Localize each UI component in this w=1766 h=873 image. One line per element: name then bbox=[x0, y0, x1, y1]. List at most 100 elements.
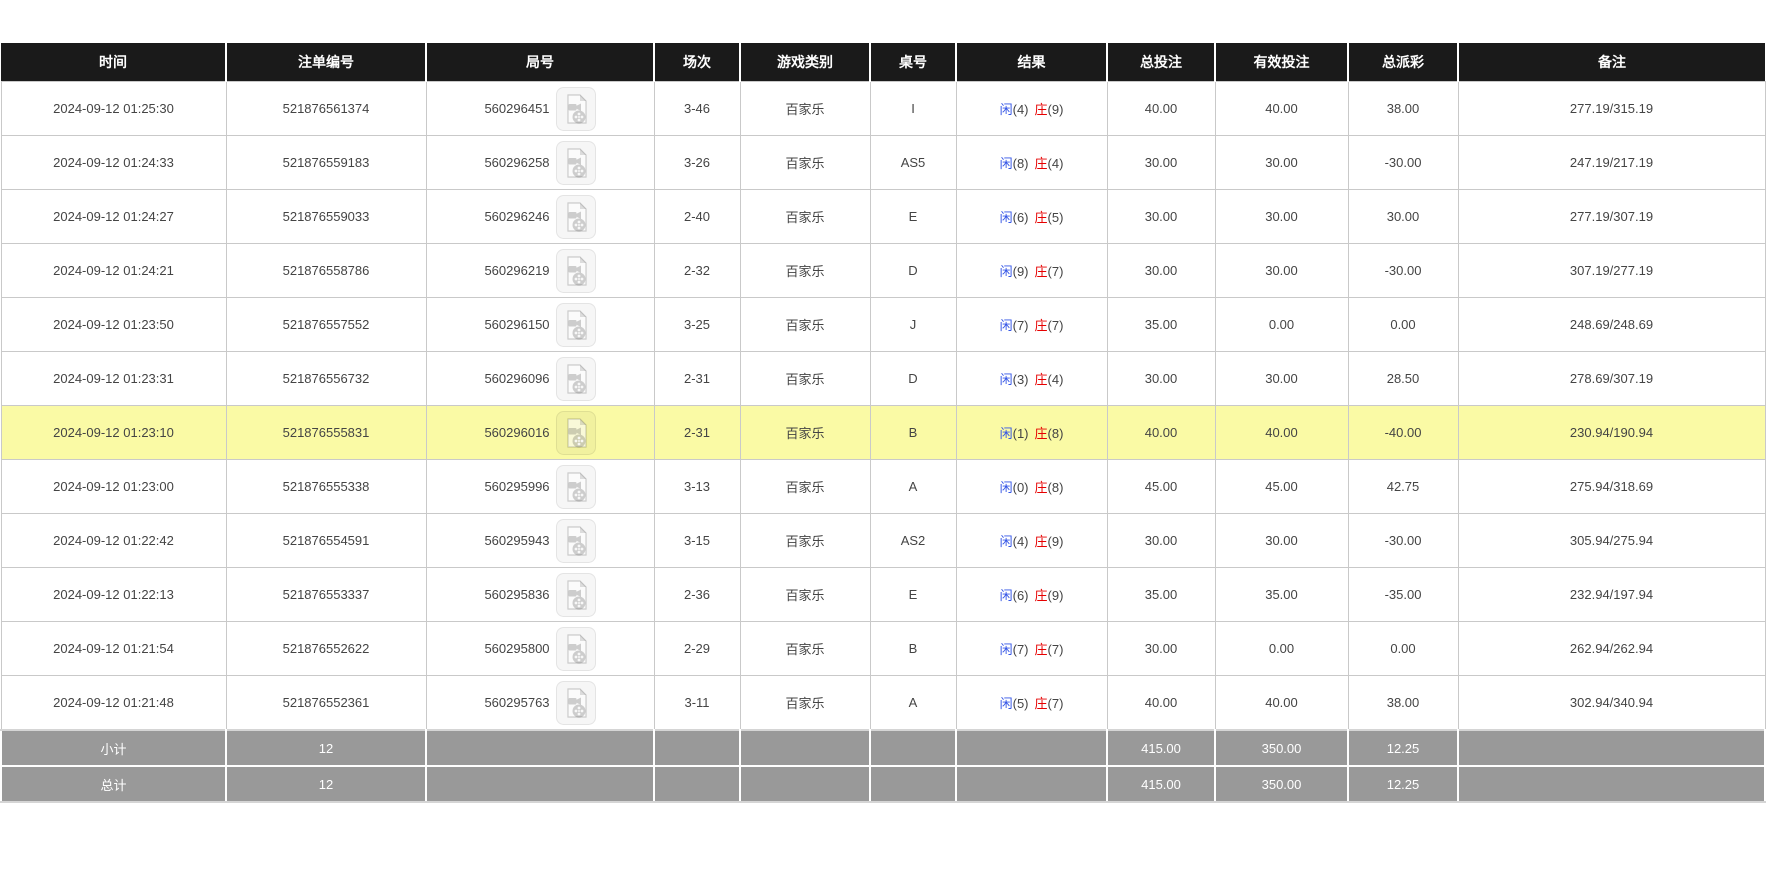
table-row[interactable]: 2024-09-12 01:24:21521876558786560296219… bbox=[1, 244, 1765, 298]
cell-time: 2024-09-12 01:22:13 bbox=[1, 568, 226, 622]
cell-remark: 262.94/262.94 bbox=[1458, 622, 1765, 676]
table-row[interactable]: 2024-09-12 01:23:50521876557552560296150… bbox=[1, 298, 1765, 352]
cell-total-payout: -40.00 bbox=[1348, 406, 1458, 460]
player-result-label: 闲 bbox=[1000, 480, 1013, 495]
round-id-wrap: 560296451 bbox=[431, 87, 650, 131]
video-replay-icon[interactable] bbox=[556, 519, 596, 563]
video-replay-icon[interactable] bbox=[556, 357, 596, 401]
header-row: 时间注单编号局号场次游戏类别桌号结果总投注有效投注总派彩备注 bbox=[1, 43, 1765, 82]
result-score: (6) bbox=[1013, 210, 1029, 225]
cell-time: 2024-09-12 01:22:42 bbox=[1, 514, 226, 568]
table-row[interactable]: 2024-09-12 01:25:30521876561374560296451… bbox=[1, 82, 1765, 136]
player-result-label: 闲 bbox=[1000, 696, 1013, 711]
video-replay-icon[interactable] bbox=[556, 681, 596, 725]
cell-round-id: 560295943 bbox=[426, 514, 654, 568]
cell-total-bet: 30.00 bbox=[1107, 352, 1215, 406]
cell-session: 3-11 bbox=[654, 676, 740, 731]
result-score: (4) bbox=[1048, 372, 1064, 387]
subtotal-count: 12 bbox=[226, 730, 426, 766]
round-id-value: 560295996 bbox=[484, 479, 549, 494]
video-replay-icon[interactable] bbox=[556, 627, 596, 671]
player-result-label: 闲 bbox=[1000, 588, 1013, 603]
cell-total-bet: 35.00 bbox=[1107, 298, 1215, 352]
banker-result-label: 庄 bbox=[1035, 372, 1048, 387]
result-score: (4) bbox=[1013, 534, 1029, 549]
cell-session: 2-31 bbox=[654, 406, 740, 460]
cell-round-id: 560295836 bbox=[426, 568, 654, 622]
cell-session: 3-15 bbox=[654, 514, 740, 568]
cell-bet-id: 521876558786 bbox=[226, 244, 426, 298]
result-score: (8) bbox=[1048, 480, 1064, 495]
cell-session: 3-13 bbox=[654, 460, 740, 514]
result-score: (7) bbox=[1013, 318, 1029, 333]
table-row[interactable]: 2024-09-12 01:21:48521876552361560295763… bbox=[1, 676, 1765, 731]
total-empty-remark bbox=[1458, 766, 1765, 802]
cell-table-no: B bbox=[870, 622, 956, 676]
table-row[interactable]: 2024-09-12 01:24:33521876559183560296258… bbox=[1, 136, 1765, 190]
round-id-value: 560296219 bbox=[484, 263, 549, 278]
cell-remark: 230.94/190.94 bbox=[1458, 406, 1765, 460]
cell-total-bet: 30.00 bbox=[1107, 136, 1215, 190]
player-result-label: 闲 bbox=[1000, 156, 1013, 171]
cell-remark: 247.19/217.19 bbox=[1458, 136, 1765, 190]
round-id-wrap: 560295763 bbox=[431, 681, 650, 725]
round-id-value: 560296451 bbox=[484, 101, 549, 116]
banker-result-label: 庄 bbox=[1035, 102, 1048, 117]
column-header-table-no: 桌号 bbox=[870, 43, 956, 82]
cell-total-bet: 30.00 bbox=[1107, 190, 1215, 244]
cell-session: 3-46 bbox=[654, 82, 740, 136]
table-row[interactable]: 2024-09-12 01:22:42521876554591560295943… bbox=[1, 514, 1765, 568]
cell-valid-bet: 0.00 bbox=[1215, 622, 1348, 676]
cell-game-type: 百家乐 bbox=[740, 136, 870, 190]
result-score: (9) bbox=[1013, 264, 1029, 279]
video-replay-icon[interactable] bbox=[556, 573, 596, 617]
video-replay-icon[interactable] bbox=[556, 465, 596, 509]
total-total-payout: 12.25 bbox=[1348, 766, 1458, 802]
total-label: 总计 bbox=[1, 766, 226, 802]
result-score: (8) bbox=[1013, 156, 1029, 171]
total-empty-round bbox=[426, 766, 654, 802]
column-header-session: 场次 bbox=[654, 43, 740, 82]
subtotal-empty-game bbox=[740, 730, 870, 766]
table-row[interactable]: 2024-09-12 01:23:10521876555831560296016… bbox=[1, 406, 1765, 460]
cell-remark: 277.19/307.19 bbox=[1458, 190, 1765, 244]
video-replay-icon[interactable] bbox=[556, 195, 596, 239]
table-row[interactable]: 2024-09-12 01:22:13521876553337560295836… bbox=[1, 568, 1765, 622]
cell-session: 3-26 bbox=[654, 136, 740, 190]
video-replay-icon[interactable] bbox=[556, 303, 596, 347]
video-replay-icon[interactable] bbox=[556, 411, 596, 455]
column-header-game-type: 游戏类别 bbox=[740, 43, 870, 82]
table-row[interactable]: 2024-09-12 01:21:54521876552622560295800… bbox=[1, 622, 1765, 676]
result-score: (1) bbox=[1013, 426, 1029, 441]
cell-total-bet: 40.00 bbox=[1107, 82, 1215, 136]
video-replay-icon[interactable] bbox=[556, 141, 596, 185]
round-id-wrap: 560296096 bbox=[431, 357, 650, 401]
cell-round-id: 560296150 bbox=[426, 298, 654, 352]
player-result-label: 闲 bbox=[1000, 372, 1013, 387]
cell-remark: 232.94/197.94 bbox=[1458, 568, 1765, 622]
table-row[interactable]: 2024-09-12 01:23:00521876555338560295996… bbox=[1, 460, 1765, 514]
cell-result: 闲(1)庄(8) bbox=[956, 406, 1107, 460]
result-score: (9) bbox=[1048, 534, 1064, 549]
cell-time: 2024-09-12 01:25:30 bbox=[1, 82, 226, 136]
round-id-value: 560296016 bbox=[484, 425, 549, 440]
cell-result: 闲(0)庄(8) bbox=[956, 460, 1107, 514]
column-header-bet-id: 注单编号 bbox=[226, 43, 426, 82]
video-replay-icon[interactable] bbox=[556, 87, 596, 131]
result-score: (3) bbox=[1013, 372, 1029, 387]
cell-result: 闲(5)庄(7) bbox=[956, 676, 1107, 731]
cell-valid-bet: 40.00 bbox=[1215, 82, 1348, 136]
cell-time: 2024-09-12 01:24:33 bbox=[1, 136, 226, 190]
cell-table-no: E bbox=[870, 190, 956, 244]
table-row[interactable]: 2024-09-12 01:24:27521876559033560296246… bbox=[1, 190, 1765, 244]
cell-time: 2024-09-12 01:23:50 bbox=[1, 298, 226, 352]
result-score: (9) bbox=[1048, 588, 1064, 603]
cell-game-type: 百家乐 bbox=[740, 352, 870, 406]
cell-remark: 302.94/340.94 bbox=[1458, 676, 1765, 731]
column-header-time: 时间 bbox=[1, 43, 226, 82]
video-replay-icon[interactable] bbox=[556, 249, 596, 293]
table-row[interactable]: 2024-09-12 01:23:31521876556732560296096… bbox=[1, 352, 1765, 406]
player-result-label: 闲 bbox=[1000, 210, 1013, 225]
round-id-wrap: 560296219 bbox=[431, 249, 650, 293]
round-id-value: 560296150 bbox=[484, 317, 549, 332]
